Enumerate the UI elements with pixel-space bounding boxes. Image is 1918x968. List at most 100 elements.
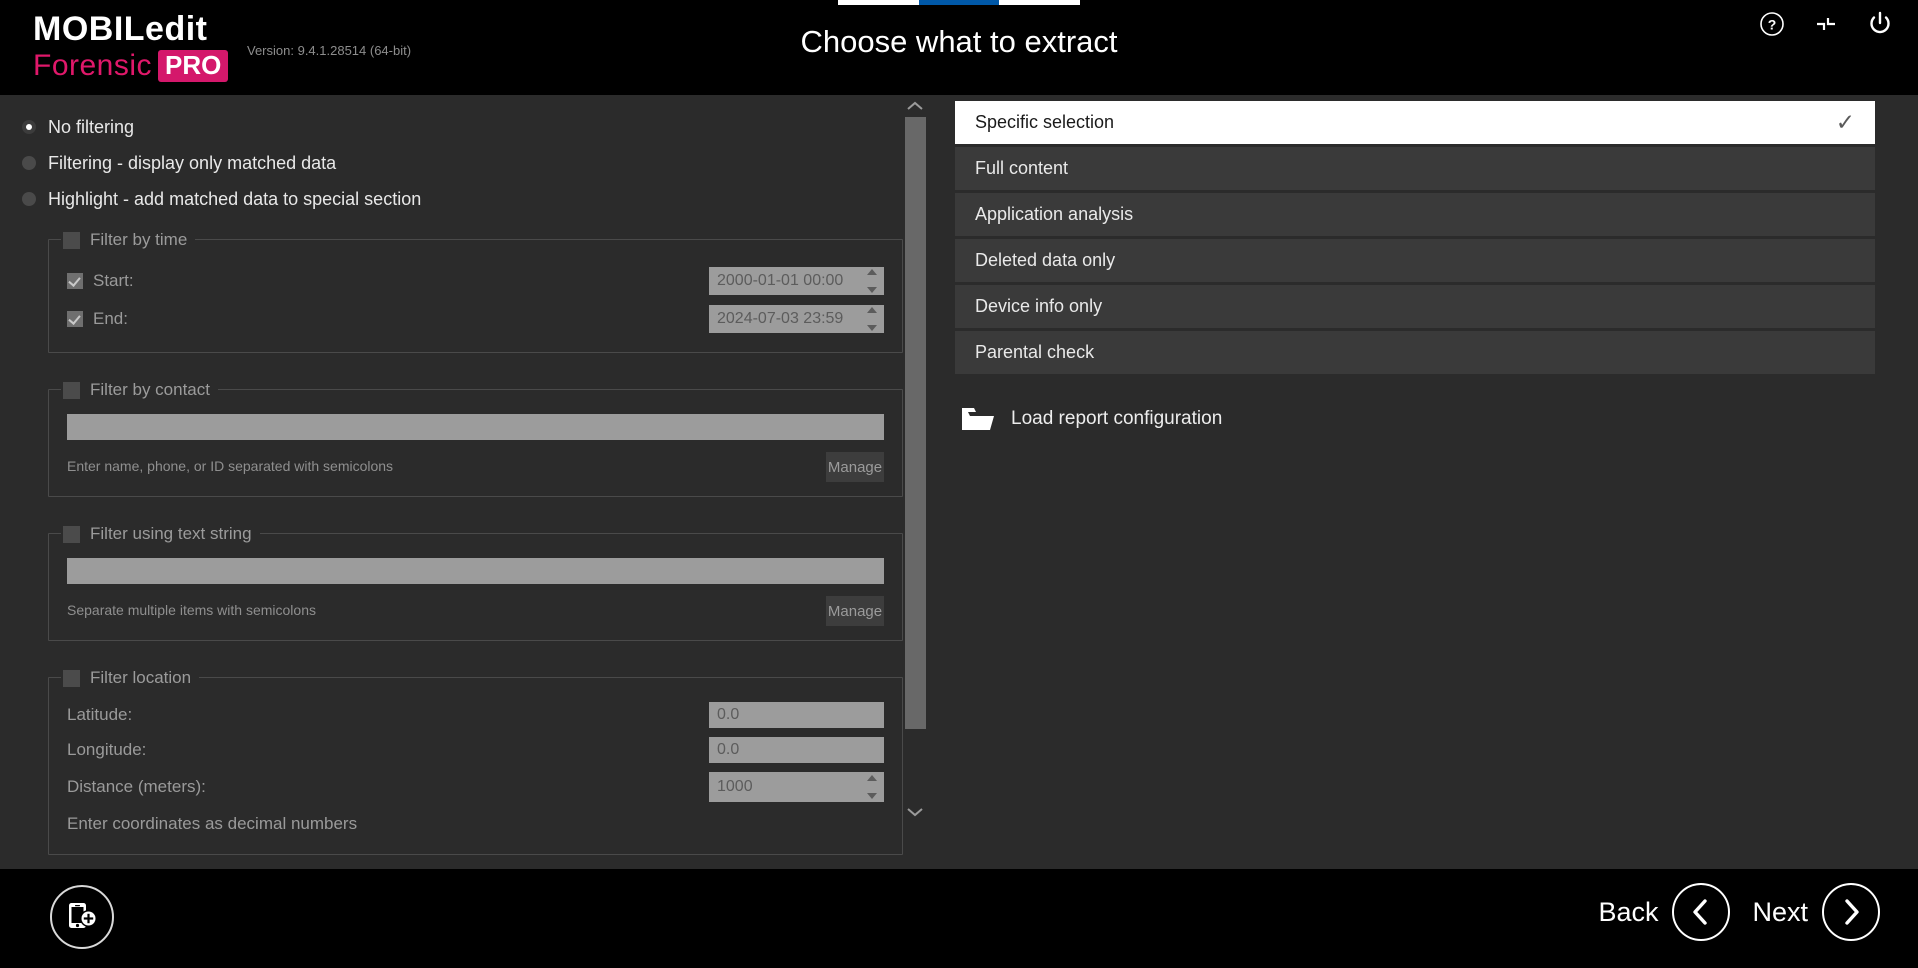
check-icon: ✓ [1836,111,1855,134]
end-datetime-input[interactable]: 2024-07-03 23:59 [709,305,884,333]
footer-bar: Back Next [0,869,1918,968]
filter-location-legend[interactable]: Filter location [61,664,199,692]
distance-row: Distance (meters): 1000 [67,770,884,804]
step-segment-1 [838,0,919,5]
filter-by-time-body: Start: 2000-01-01 00:00 [49,240,902,352]
phone-add-icon [64,897,100,938]
filter-mode-highlight[interactable]: Highlight - add matched data to special … [0,181,915,217]
load-report-configuration-label: Load report configuration [1011,408,1222,430]
radio-icon-filtering [22,156,36,170]
power-icon[interactable] [1864,8,1896,40]
filter-by-time-checkbox[interactable] [63,232,80,249]
option-label: Device info only [975,296,1855,317]
extract-option-full-content[interactable]: Full content [955,147,1875,190]
end-datetime-value: 2024-07-03 23:59 [717,310,843,328]
option-label: Parental check [975,342,1855,363]
help-circle-icon[interactable]: ? [1756,8,1788,40]
chevron-down-icon[interactable] [867,325,877,331]
filter-by-time-group: Filter by time Start: 2000-01-01 00:00 [48,239,903,353]
main-content: No filtering Filtering - display only ma… [0,95,1918,869]
filter-panel-scrollbar[interactable] [903,95,927,823]
option-label: Application analysis [975,204,1855,225]
radio-icon-no-filtering [22,120,36,134]
filter-text-string-body: Separate multiple items with semicolons … [49,534,902,640]
filter-text-string-group: Filter using text string Separate multip… [48,533,903,641]
filter-location-checkbox[interactable] [63,670,80,687]
scroll-up-icon[interactable] [903,95,927,117]
text-string-manage-button[interactable]: Manage [826,596,884,626]
filter-text-string-checkbox[interactable] [63,526,80,543]
start-datetime-stepper[interactable] [867,269,877,293]
filter-by-time-legend[interactable]: Filter by time [61,226,195,254]
text-string-filter-input[interactable] [67,558,884,584]
contact-manage-button[interactable]: Manage [826,452,884,482]
latitude-label: Latitude: [67,705,367,725]
filter-mode-filtering[interactable]: Filtering - display only matched data [0,145,915,181]
svg-text:?: ? [1768,17,1777,33]
filter-time-end-row: End: 2024-07-03 23:59 [67,300,884,338]
scrollbar-thumb[interactable] [905,117,926,729]
next-button[interactable]: Next [1752,883,1880,941]
minimize-icon[interactable] [1810,8,1842,40]
filter-by-contact-legend[interactable]: Filter by contact [61,376,218,404]
chevron-right-icon [1822,883,1880,941]
contact-filter-hint: Enter name, phone, or ID separated with … [67,458,826,482]
start-label: Start: [93,271,134,291]
filter-mode-label: Highlight - add matched data to special … [48,189,421,210]
add-device-button[interactable] [50,885,114,949]
filter-text-string-legend[interactable]: Filter using text string [61,520,260,548]
chevron-left-icon [1672,883,1730,941]
option-label: Specific selection [975,112,1836,133]
contact-filter-input[interactable] [67,414,884,440]
start-datetime-input[interactable]: 2000-01-01 00:00 [709,267,884,295]
extract-option-specific-selection[interactable]: Specific selection ✓ [955,101,1875,144]
filter-location-group: Filter location Latitude: 0.0 Longitude:… [48,677,903,855]
extract-option-deleted-data-only[interactable]: Deleted data only [955,239,1875,282]
filter-mode-no-filtering[interactable]: No filtering [0,109,915,145]
longitude-label: Longitude: [67,740,367,760]
header-bar: MOBILedit Forensic PRO Version: 9.4.1.28… [0,0,1918,95]
filter-by-contact-title: Filter by contact [90,380,210,400]
filter-by-contact-checkbox[interactable] [63,382,80,399]
load-report-configuration-button[interactable]: Load report configuration [955,406,1875,432]
extract-option-parental-check[interactable]: Parental check [955,331,1875,374]
back-button[interactable]: Back [1598,883,1730,941]
chevron-up-icon[interactable] [867,269,877,275]
latitude-input[interactable]: 0.0 [709,702,884,728]
filter-text-string-title: Filter using text string [90,524,252,544]
chevron-down-icon[interactable] [867,793,877,799]
end-datetime-stepper[interactable] [867,307,877,331]
radio-icon-highlight [22,192,36,206]
end-checkbox[interactable] [67,311,83,327]
extract-option-device-info-only[interactable]: Device info only [955,285,1875,328]
extract-option-application-analysis[interactable]: Application analysis [955,193,1875,236]
filter-location-title: Filter location [90,668,191,688]
distance-input[interactable]: 1000 [709,772,884,802]
filter-by-contact-body: Enter name, phone, or ID separated with … [49,390,902,496]
scrollbar-track[interactable] [903,117,927,801]
distance-label: Distance (meters): [67,777,367,797]
folder-open-icon [961,406,995,432]
latitude-row: Latitude: 0.0 [67,700,884,730]
chevron-up-icon[interactable] [867,775,877,781]
scroll-down-icon[interactable] [903,801,927,823]
start-checkbox[interactable] [67,273,83,289]
chevron-down-icon[interactable] [867,287,877,293]
option-label: Deleted data only [975,250,1855,271]
longitude-input[interactable]: 0.0 [709,737,884,763]
distance-stepper[interactable] [867,775,877,799]
filter-panel: No filtering Filtering - display only ma… [0,95,930,869]
step-segment-2-active [919,0,1000,5]
filter-by-contact-group: Filter by contact Enter name, phone, or … [48,389,903,497]
window-controls: ? [1756,8,1896,40]
text-string-hint-row: Separate multiple items with semicolons … [67,596,884,626]
option-label: Full content [975,158,1855,179]
chevron-up-icon[interactable] [867,307,877,313]
longitude-row: Longitude: 0.0 [67,735,884,765]
back-label: Back [1598,897,1658,928]
location-hint: Enter coordinates as decimal numbers [67,814,884,834]
next-label: Next [1752,897,1808,928]
extract-options-panel: Specific selection ✓ Full content Applic… [955,95,1875,869]
contact-hint-row: Enter name, phone, or ID separated with … [67,452,884,482]
text-string-filter-hint: Separate multiple items with semicolons [67,602,826,626]
